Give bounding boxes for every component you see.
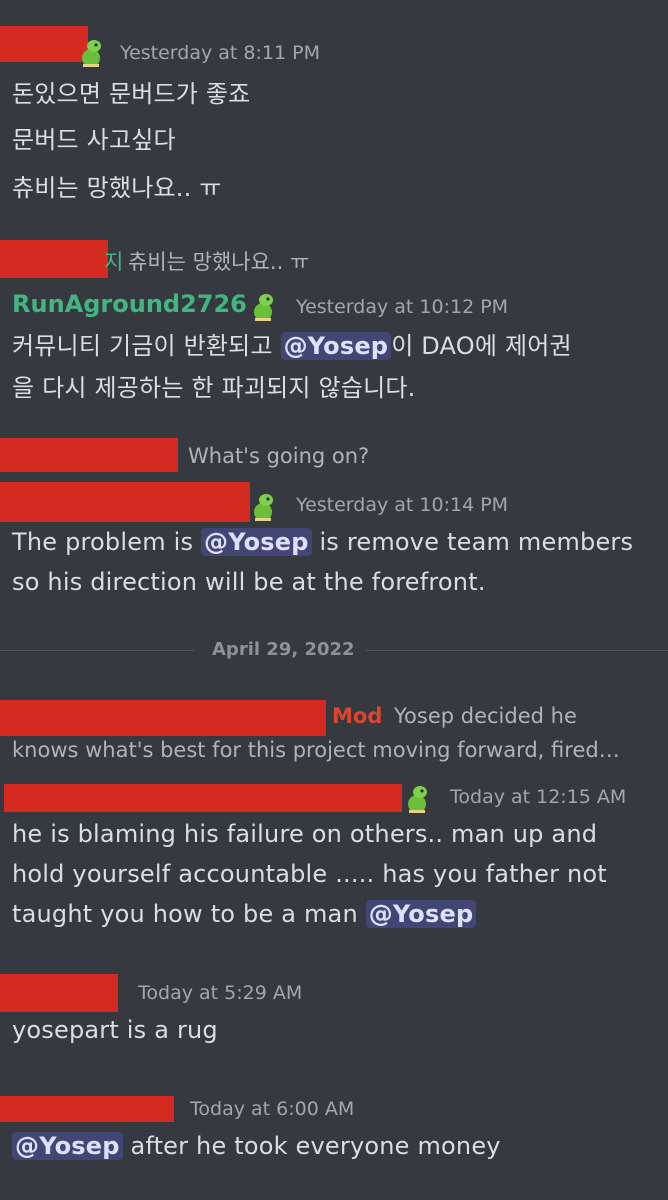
redacted-username	[4, 784, 402, 812]
reply-preview: knows what's best for this project movin…	[12, 738, 620, 762]
message-text: The problem is @Yosep is remove team mem…	[12, 528, 633, 556]
reply-preview: Yosep decided he	[394, 704, 577, 728]
message-text: he is blaming his failure on others.. ma…	[12, 820, 598, 848]
message-text: yosepart is a rug	[12, 1016, 218, 1044]
message-text-part: is remove team members	[311, 528, 634, 556]
dino-badge-icon	[82, 40, 101, 67]
username[interactable]: RunAground2726	[12, 290, 247, 318]
message-timestamp: Today at 12:15 AM	[450, 786, 627, 808]
user-mention[interactable]: @Yosep	[201, 528, 312, 556]
message-text: taught you how to be a man @Yosep	[12, 900, 477, 928]
redacted-reply-author	[0, 438, 178, 472]
message-timestamp: Yesterday at 10:12 PM	[296, 296, 509, 318]
message-text: 츄비는 망했나요.. ㅠ	[12, 174, 222, 202]
redacted-username	[0, 482, 250, 522]
message-timestamp: Yesterday at 10:14 PM	[296, 494, 509, 516]
user-mention[interactable]: @Yosep	[280, 332, 392, 360]
message-text: 문버드 사고싶다	[12, 126, 176, 154]
redacted-reply-author	[0, 240, 108, 278]
message-text: 돈있으면 문버드가 좋죠	[12, 80, 251, 108]
mod-tag: Mod	[332, 704, 383, 728]
dino-badge-icon	[254, 294, 273, 321]
reply-preview: 츄비는 망했나요.. ㅠ	[128, 250, 310, 274]
redacted-reply-author	[0, 700, 326, 736]
message-text: @Yosep after he took everyone money	[12, 1132, 501, 1160]
message-text: 커뮤니티 기금이 반환되고 @Yosep 이 DAO에 제어권	[12, 326, 572, 361]
message-timestamp: Yesterday at 8:11 PM	[120, 42, 320, 64]
user-mention[interactable]: @Yosep	[365, 900, 477, 928]
message-timestamp: Today at 6:00 AM	[190, 1098, 355, 1120]
message-text: hold yourself accountable ..... has you …	[12, 860, 607, 888]
message-text-part: taught you how to be a man	[12, 900, 366, 928]
message-text: 을 다시 제공하는 한 파괴되지 않습니다.	[12, 374, 416, 402]
redacted-username	[0, 1096, 174, 1122]
message-text-part: The problem is	[12, 528, 201, 556]
reply-prefix: 지	[104, 250, 124, 274]
message-text-part: 이 DAO에 제어권	[391, 332, 572, 360]
redacted-username	[0, 26, 88, 62]
message-text-part: 커뮤니티 기금이 반환되고	[12, 332, 281, 360]
date-divider-line	[366, 650, 668, 651]
message-timestamp: Today at 5:29 AM	[138, 982, 303, 1004]
message-text-part: after he took everyone money	[122, 1132, 501, 1160]
dino-badge-icon	[408, 786, 427, 813]
date-divider-line	[0, 650, 194, 651]
date-divider: April 29, 2022	[212, 639, 355, 660]
message-text: so his direction will be at the forefron…	[12, 568, 486, 596]
user-mention[interactable]: @Yosep	[12, 1132, 123, 1160]
dino-badge-icon	[254, 494, 273, 521]
reply-preview: What's going on?	[188, 444, 370, 468]
redacted-username	[0, 974, 118, 1012]
